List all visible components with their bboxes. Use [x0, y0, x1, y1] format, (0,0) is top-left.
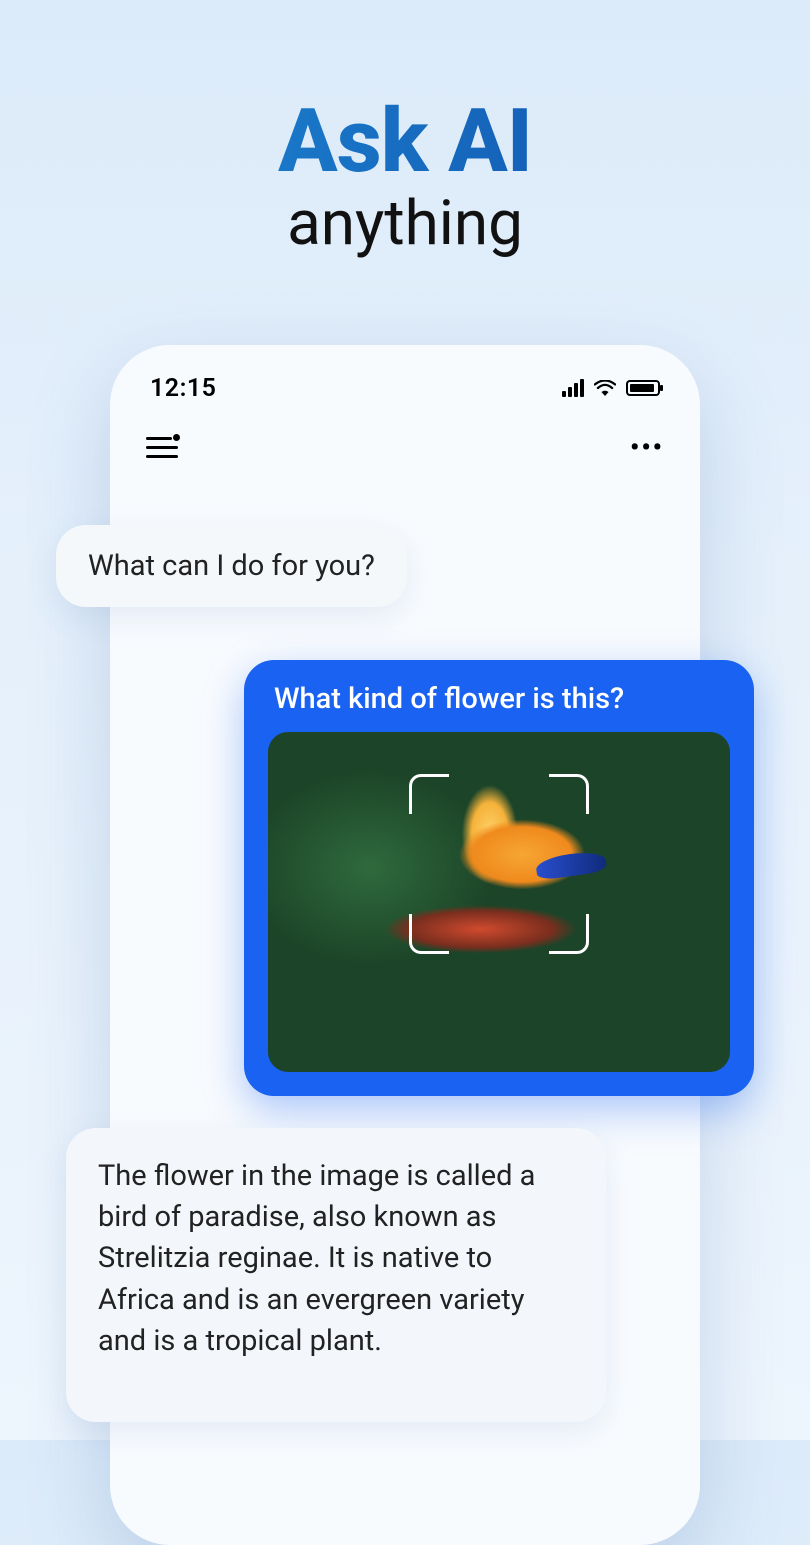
ai-answer-text: The flower in the image is called a bird… [98, 1159, 535, 1358]
ai-message-greeting: What can I do for you? [56, 525, 407, 607]
hero-header: Ask AI anything [0, 0, 810, 260]
app-top-bar: ••• [110, 405, 700, 473]
user-message: What kind of flower is this? [244, 660, 754, 1096]
hero-title: Ask AI [0, 90, 810, 193]
user-message-text: What kind of flower is this? [274, 682, 724, 716]
ai-message-answer: The flower in the image is called a bird… [66, 1128, 606, 1422]
attached-image[interactable] [268, 732, 730, 1072]
more-options-icon[interactable]: ••• [630, 433, 664, 463]
scan-frame-icon [409, 774, 589, 954]
hero-subtitle: anything [0, 187, 810, 260]
status-icons [562, 379, 660, 397]
status-bar: 12:15 [110, 345, 700, 405]
ai-message-text: What can I do for you? [88, 549, 375, 583]
wifi-icon [594, 380, 616, 396]
battery-icon [626, 380, 660, 396]
cellular-signal-icon [562, 379, 584, 397]
status-time: 12:15 [150, 374, 216, 403]
menu-icon[interactable] [146, 437, 178, 459]
